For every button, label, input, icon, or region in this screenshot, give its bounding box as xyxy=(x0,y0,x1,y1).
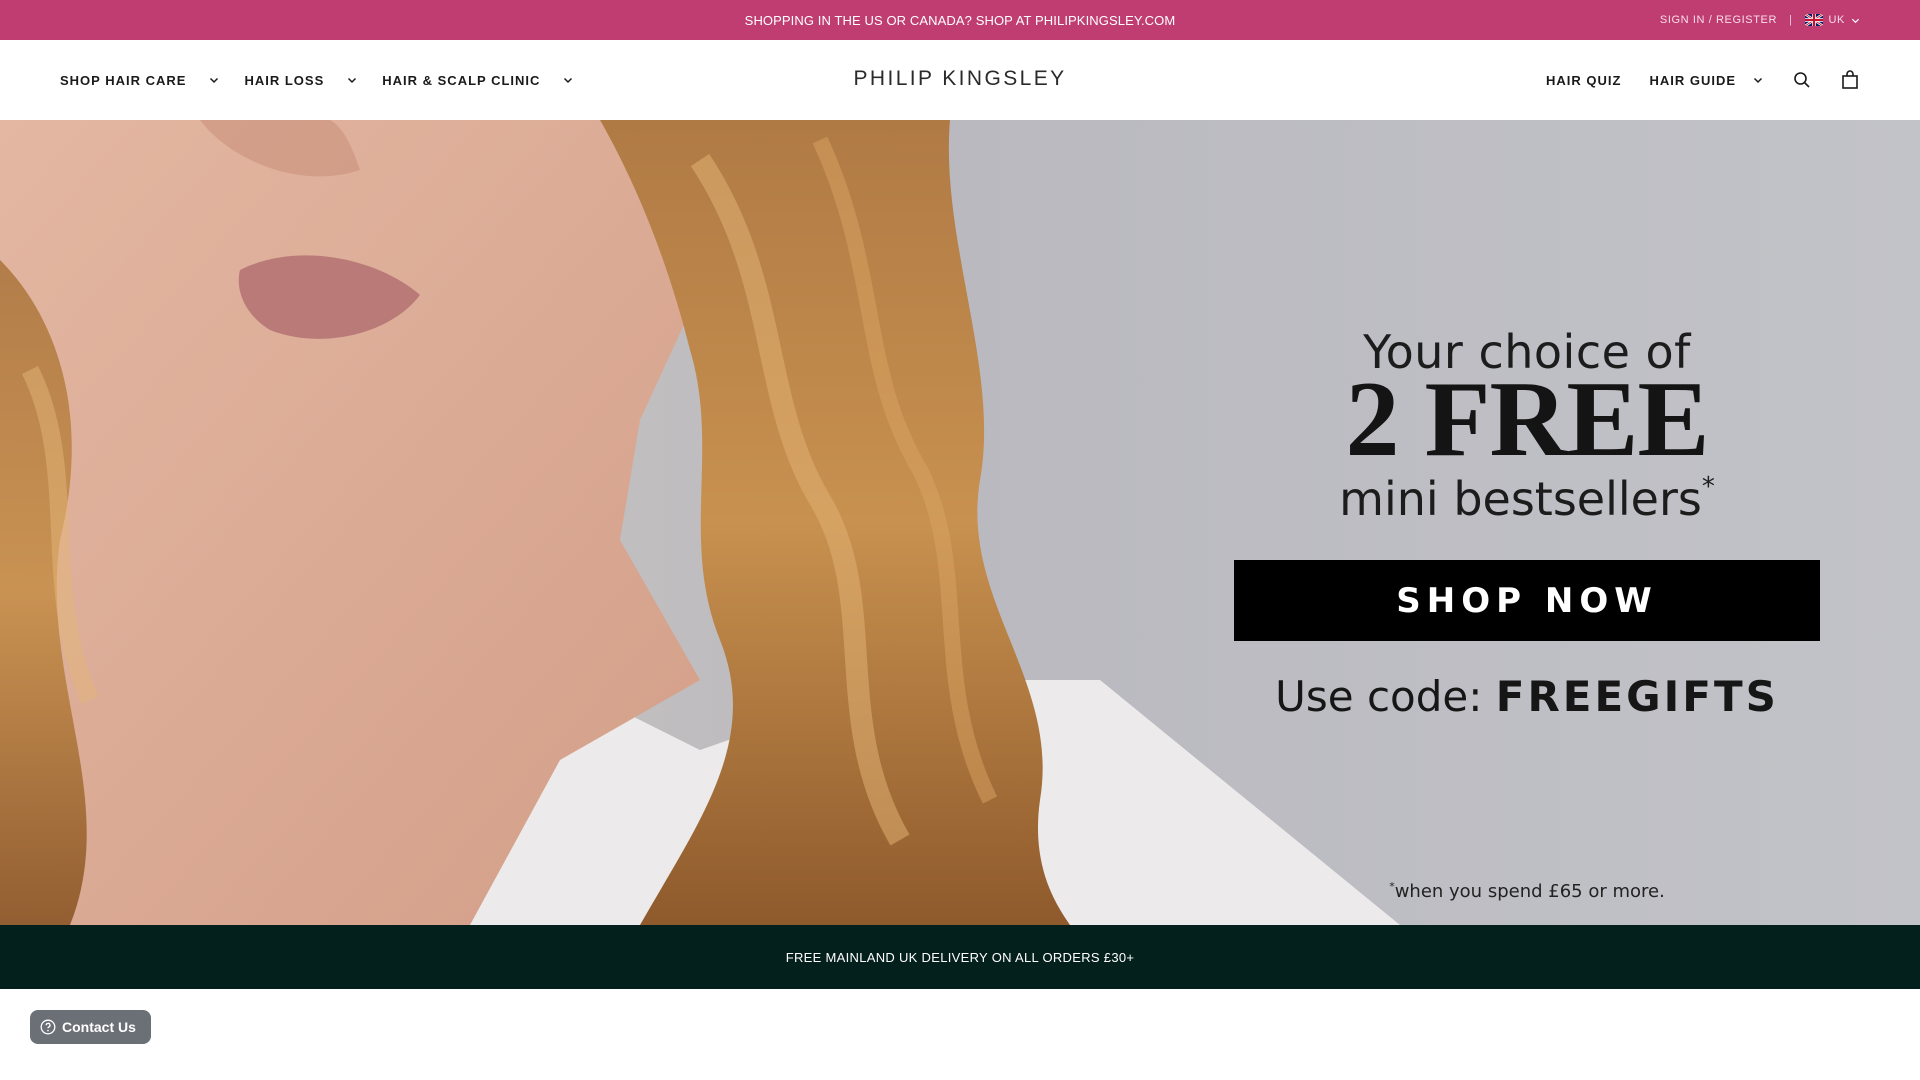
help-icon xyxy=(40,1019,56,1035)
chevron-down-icon xyxy=(564,77,573,84)
nav-label: HAIR LOSS xyxy=(244,72,325,88)
promo-line-3-text: mini bestsellers xyxy=(1339,472,1702,526)
contact-label: Contact Us xyxy=(62,1019,136,1035)
shop-now-button[interactable]: SHOP NOW xyxy=(1234,560,1820,641)
promo-code-line: Use code: FREEGIFTS xyxy=(1234,672,1820,721)
nav-hair-guide[interactable]: HAIR GUIDE xyxy=(1649,73,1764,88)
chevron-down-icon xyxy=(1851,18,1860,23)
cart-button[interactable] xyxy=(1840,70,1860,90)
bag-icon xyxy=(1842,70,1858,89)
promo-footnote: *when you spend £65 or more. xyxy=(1234,880,1820,902)
announcement-bar: SHOPPING IN THE US OR CANADA? SHOP AT PH… xyxy=(0,0,1920,40)
chevron-down-icon xyxy=(210,77,219,84)
nav-hair-loss[interactable]: HAIR LOSS xyxy=(244,73,358,88)
hero-banner[interactable]: Your choice of 2 FREE mini bestsellers* … xyxy=(0,120,1920,925)
chevron-down-icon xyxy=(348,77,357,84)
code-prefix: Use code: xyxy=(1275,672,1496,721)
uk-flag-icon xyxy=(1804,14,1823,26)
nav-hair-quiz[interactable]: HAIR QUIZ xyxy=(1546,73,1621,88)
secondary-nav: HAIR QUIZ HAIR GUIDE xyxy=(1546,40,1860,120)
chevron-down-icon xyxy=(1753,77,1763,84)
contact-us-button[interactable]: Contact Us xyxy=(30,1010,151,1044)
search-icon xyxy=(1794,72,1810,88)
nav-label: HAIR QUIZ xyxy=(1545,72,1622,88)
delivery-message: FREE MAINLAND UK DELIVERY ON ALL ORDERS … xyxy=(785,949,1135,965)
main-header: SHOP HAIR CARE HAIR LOSS HAIR & SCALP CL… xyxy=(0,40,1920,120)
nav-label: HAIR GUIDE xyxy=(1649,72,1736,88)
delivery-bar: FREE MAINLAND UK DELIVERY ON ALL ORDERS … xyxy=(0,925,1920,989)
country-label: UK xyxy=(1828,14,1845,26)
country-selector[interactable]: UK xyxy=(1804,14,1860,26)
promo-code: FREEGIFTS xyxy=(1495,672,1779,721)
promo-line-2: 2 FREE xyxy=(1345,360,1709,479)
sign-in-register-link[interactable]: SIGN IN / REGISTER xyxy=(1660,14,1777,26)
footnote-text: when you spend £65 or more. xyxy=(1394,881,1665,902)
asterisk-mark: * xyxy=(1701,471,1715,502)
separator: | xyxy=(1789,14,1793,26)
nav-label: HAIR & SCALP CLINIC xyxy=(382,72,541,88)
nav-hair-scalp-clinic[interactable]: HAIR & SCALP CLINIC xyxy=(382,73,574,88)
promo-line-3: mini bestsellers* xyxy=(1234,472,1820,526)
nav-label: SHOP HAIR CARE xyxy=(60,72,187,88)
account-locale: SIGN IN / REGISTER | UK xyxy=(1660,0,1860,40)
nav-shop-hair-care[interactable]: SHOP HAIR CARE xyxy=(60,73,220,88)
site-logo[interactable]: PHILIP KINGSLEY xyxy=(853,67,1066,91)
primary-nav: SHOP HAIR CARE HAIR LOSS HAIR & SCALP CL… xyxy=(60,40,574,120)
search-button[interactable] xyxy=(1792,70,1812,90)
announcement-message[interactable]: SHOPPING IN THE US OR CANADA? SHOP AT PH… xyxy=(745,13,1176,28)
promo-copy: Your choice of 2 FREE mini bestsellers* … xyxy=(1234,120,1820,925)
